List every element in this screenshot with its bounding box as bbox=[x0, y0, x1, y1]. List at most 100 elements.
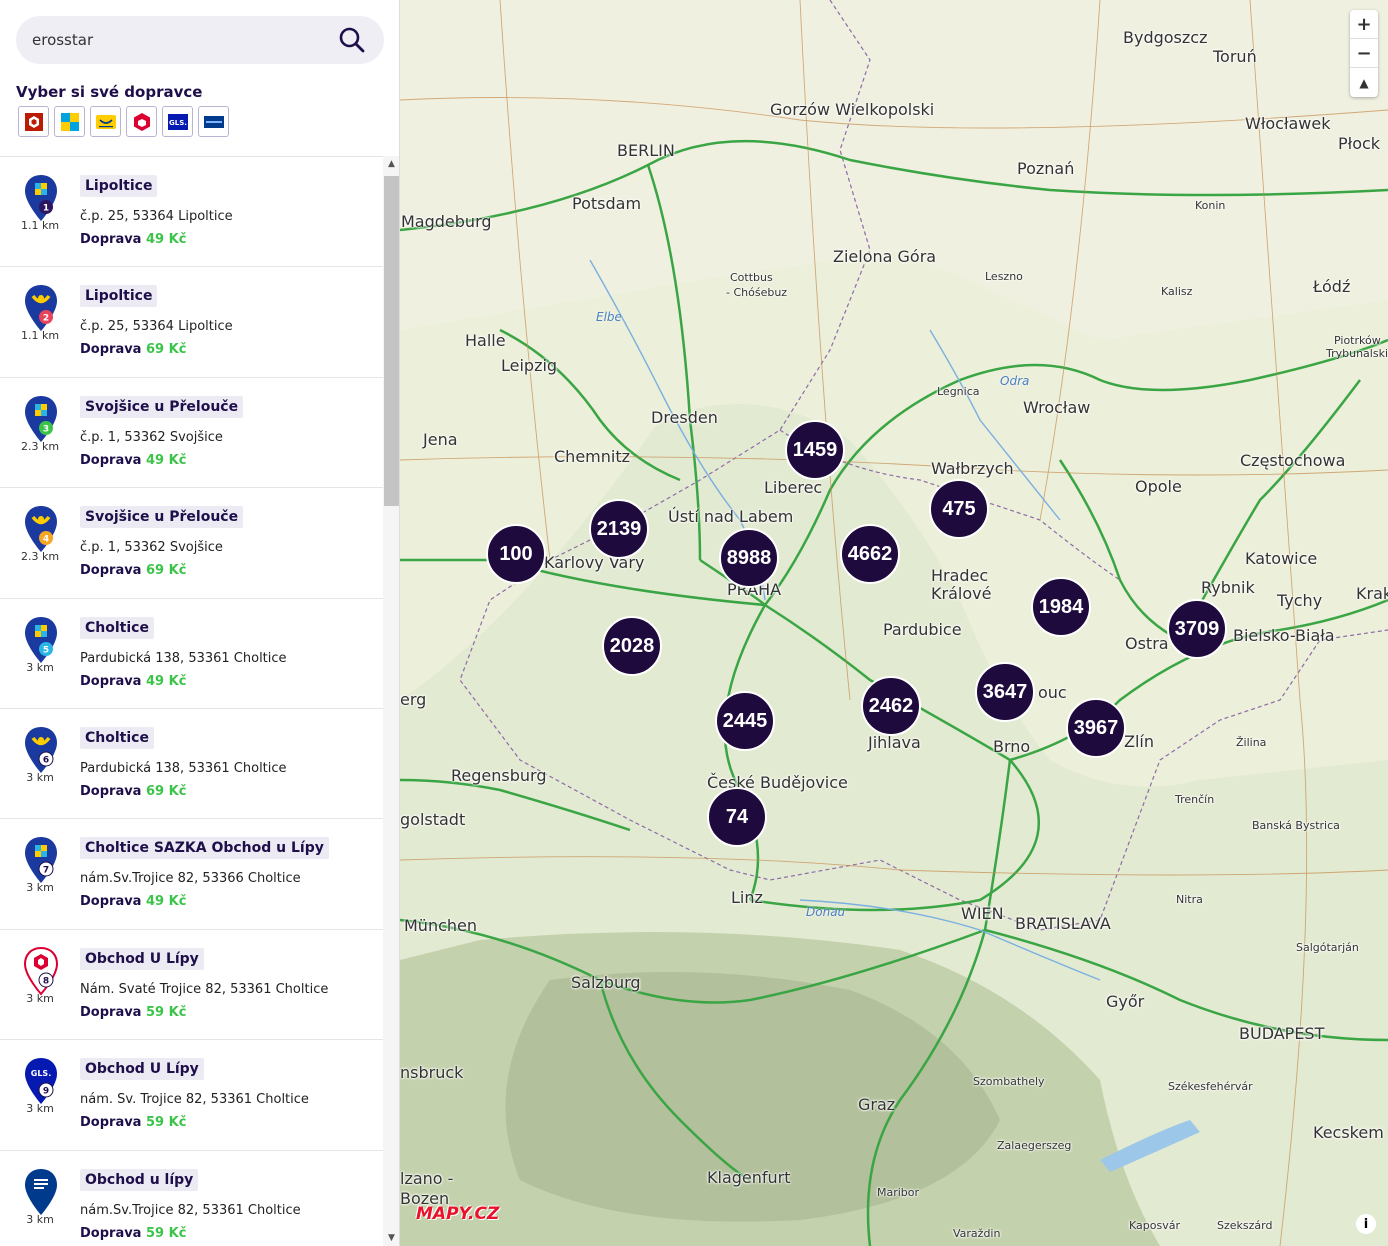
scroll-up-arrow[interactable]: ▲ bbox=[383, 156, 399, 172]
pickup-point-name: Svojšice u Přelouče bbox=[80, 506, 244, 529]
svg-text:9: 9 bbox=[43, 1087, 49, 1097]
cluster-marker[interactable]: 475 bbox=[929, 479, 989, 539]
cluster-marker[interactable]: 1984 bbox=[1031, 577, 1091, 637]
search-bar bbox=[16, 16, 384, 64]
carrier-toggle-zasilkovna[interactable] bbox=[18, 106, 49, 137]
shipping-price: Doprava 49 Kč bbox=[80, 232, 186, 247]
sidebar: Vyber si své dopravce GLS. 1 1.1 km Lipo… bbox=[0, 0, 400, 1246]
cluster-marker[interactable]: 2028 bbox=[602, 616, 662, 676]
cluster-marker[interactable]: 2462 bbox=[861, 676, 921, 736]
zoom-out-button[interactable]: − bbox=[1350, 39, 1378, 68]
shipping-price: Doprava 69 Kč bbox=[80, 342, 186, 357]
city-label: Kaposvár bbox=[1129, 1219, 1180, 1232]
scrollbar-thumb[interactable] bbox=[384, 176, 399, 506]
city-label: Bydgoszcz bbox=[1123, 28, 1208, 47]
cluster-marker[interactable]: 3709 bbox=[1167, 599, 1227, 659]
city-label: München bbox=[404, 916, 478, 935]
price-label: Doprava bbox=[80, 452, 142, 468]
carrier-toggle-gls[interactable]: GLS. bbox=[162, 106, 193, 137]
city-label: Tychy bbox=[1277, 591, 1323, 610]
search-input[interactable] bbox=[32, 16, 332, 64]
distance: 3 km bbox=[26, 1212, 54, 1226]
cluster-marker[interactable]: 3967 bbox=[1066, 698, 1126, 758]
list-item[interactable]: GLS. 9 3 km Obchod U Lípy nám. Sv. Trojic… bbox=[0, 1040, 383, 1151]
ceska-posta-pin-icon: 2 bbox=[25, 285, 57, 332]
city-label: Piotrków bbox=[1334, 334, 1381, 347]
carrier-toggle-balikovna[interactable] bbox=[54, 106, 85, 137]
list-item[interactable]: 8 3 km Obchod U Lípy Nám. Svaté Trojice … bbox=[0, 930, 383, 1041]
city-label: Brno bbox=[993, 737, 1031, 756]
city-label: - Chóśebuz bbox=[726, 286, 788, 299]
city-label: Bielsko-Biała bbox=[1233, 626, 1335, 645]
carrier-toggle-ppl[interactable] bbox=[198, 106, 229, 137]
carrier-filter: GLS. bbox=[18, 106, 229, 137]
cluster-marker[interactable]: 1459 bbox=[785, 420, 845, 480]
ppl-pin-icon bbox=[25, 1168, 57, 1215]
city-label: Włocławek bbox=[1245, 114, 1331, 133]
shipping-price: Doprava 69 Kč bbox=[80, 563, 186, 578]
list-item[interactable]: 3 km Obchod u lípy nám.Sv.Trojice 82, 53… bbox=[0, 1151, 383, 1246]
city-label: Kecskem bbox=[1313, 1123, 1384, 1142]
distance: 2.3 km bbox=[20, 550, 60, 564]
map-view[interactable]: Bydgoszcz Toruń Gorzów Wielkopolski Włocław… bbox=[400, 0, 1388, 1246]
city-label: Toruń bbox=[1213, 47, 1257, 66]
price-label: Doprava bbox=[80, 1004, 142, 1020]
city-label: Salgótarján bbox=[1296, 941, 1359, 954]
list-item[interactable]: 4 2.3 km Svojšice u Přelouče č.p. 1, 533… bbox=[0, 488, 383, 599]
info-icon[interactable]: i bbox=[1356, 1214, 1376, 1234]
city-label: Jena bbox=[423, 430, 458, 449]
list-item[interactable]: 6 3 km Choltice Pardubická 138, 53361 Ch… bbox=[0, 709, 383, 820]
zoom-in-button[interactable]: + bbox=[1350, 10, 1378, 39]
cluster-marker[interactable]: 3647 bbox=[975, 662, 1035, 722]
shipping-price: Doprava 49 Kč bbox=[80, 894, 186, 909]
list-item[interactable]: 2 1.1 km Lipoltice č.p. 25, 53364 Lipolt… bbox=[0, 267, 383, 378]
scroll-down-arrow[interactable]: ▼ bbox=[383, 1230, 399, 1246]
compass-button[interactable]: ▲ bbox=[1350, 68, 1378, 97]
cluster-marker[interactable]: 100 bbox=[486, 524, 546, 584]
list-item[interactable]: 1 1.1 km Lipoltice č.p. 25, 53364 Lipolt… bbox=[0, 157, 383, 268]
cluster-marker[interactable]: 2139 bbox=[589, 499, 649, 559]
price-label: Doprava bbox=[80, 1115, 142, 1131]
price-label: Doprava bbox=[80, 673, 142, 689]
city-label: Płock bbox=[1338, 134, 1381, 153]
river-label: Elbe bbox=[596, 310, 622, 324]
svg-text:GLS.: GLS. bbox=[31, 1069, 51, 1078]
cluster-marker[interactable]: 4662 bbox=[840, 524, 900, 584]
shipping-price: Doprava 59 Kč bbox=[80, 1226, 186, 1241]
city-label: Győr bbox=[1106, 992, 1145, 1011]
list-scrollbar[interactable]: ▲ ▼ bbox=[383, 156, 399, 1246]
price-value: 59 Kč bbox=[146, 1225, 187, 1241]
cluster-marker[interactable]: 8988 bbox=[719, 528, 779, 588]
cluster-marker[interactable]: 74 bbox=[707, 787, 767, 847]
list-item[interactable]: 5 3 km Choltice Pardubická 138, 53361 Ch… bbox=[0, 599, 383, 709]
svg-text:1: 1 bbox=[43, 204, 49, 214]
city-label: Leszno bbox=[985, 270, 1023, 283]
cluster-marker[interactable]: 2445 bbox=[715, 691, 775, 751]
carrier-toggle-ceska-posta[interactable] bbox=[90, 106, 121, 137]
shipping-price: Doprava 59 Kč bbox=[80, 1115, 186, 1130]
city-label: Varaždin bbox=[953, 1227, 1001, 1240]
search-button[interactable] bbox=[338, 26, 366, 54]
list-item[interactable]: 7 3 km Choltice SAZKA Obchod u Lípy nám.… bbox=[0, 819, 383, 930]
price-label: Doprava bbox=[80, 563, 142, 579]
price-value: 59 Kč bbox=[146, 1115, 187, 1131]
pickup-point-address: č.p. 25, 53364 Lipoltice bbox=[80, 209, 233, 224]
carriers-title: Vyber si své dopravce bbox=[16, 83, 203, 101]
distance: 2.3 km bbox=[20, 439, 60, 453]
shipping-price: Doprava 69 Kč bbox=[80, 784, 186, 799]
list-item[interactable]: 3 2.3 km Svojšice u Přelouče č.p. 1, 533… bbox=[0, 378, 383, 489]
pickup-point-address: nám.Sv.Trojice 82, 53361 Choltice bbox=[80, 1202, 301, 1218]
city-label: BUDAPEST bbox=[1239, 1024, 1325, 1043]
city-label: Králové bbox=[931, 584, 992, 603]
search-icon bbox=[339, 27, 365, 53]
carrier-toggle-dpd[interactable] bbox=[126, 106, 157, 137]
balikovna-pin-icon: 3 bbox=[25, 395, 57, 442]
pickup-point-name: Obchod U Lípy bbox=[80, 1058, 204, 1081]
city-label: Katowice bbox=[1245, 549, 1318, 568]
city-label: Szekszárd bbox=[1217, 1219, 1273, 1232]
city-label: Krak bbox=[1356, 584, 1388, 603]
city-label: Łódź bbox=[1313, 277, 1351, 296]
pickup-point-address: Nám. Svaté Trojice 82, 53361 Choltice bbox=[80, 981, 329, 997]
distance: 3 km bbox=[26, 991, 54, 1005]
city-label: Ústí nad Labem bbox=[668, 507, 794, 526]
